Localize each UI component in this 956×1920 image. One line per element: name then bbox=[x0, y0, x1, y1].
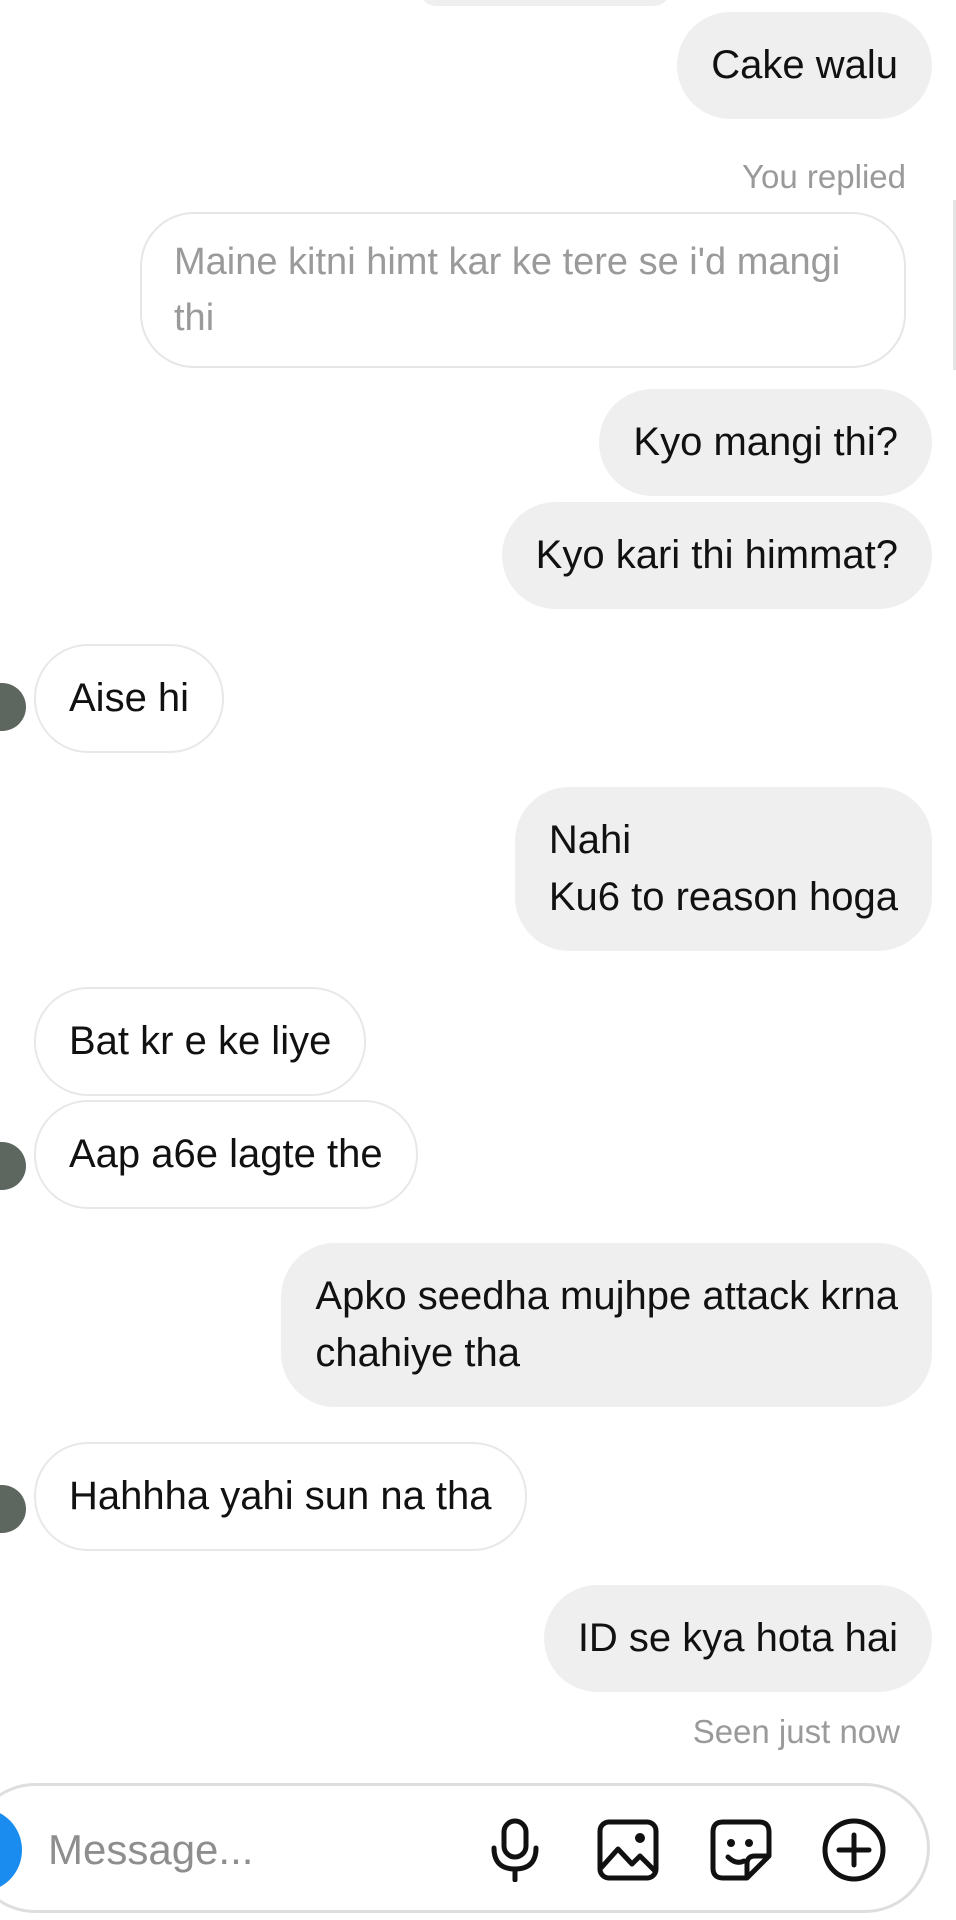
gallery-button[interactable] bbox=[593, 1815, 663, 1885]
message-thread: Cake walu You replied Maine kitni himt k… bbox=[0, 0, 956, 1780]
outgoing-message[interactable]: Kyo kari thi himmat? bbox=[501, 502, 932, 609]
sender-avatar[interactable] bbox=[0, 683, 26, 731]
incoming-message[interactable]: Bat kr e ke liye bbox=[34, 987, 367, 1096]
sender-avatar[interactable] bbox=[0, 1142, 26, 1190]
more-options-button[interactable] bbox=[819, 1815, 889, 1885]
incoming-message[interactable]: Hahhha yahi sun na tha bbox=[34, 1442, 527, 1551]
outgoing-message[interactable]: Kyo mangi thi? bbox=[599, 389, 932, 496]
quoted-reply-message[interactable]: Maine kitni himt kar ke tere se i'd mang… bbox=[140, 212, 906, 368]
seen-status: Seen just now bbox=[692, 1713, 900, 1750]
incoming-message[interactable]: Aise hi bbox=[34, 644, 225, 753]
outgoing-message[interactable]: Nahi Ku6 to reason hoga bbox=[514, 787, 932, 951]
reply-label: You replied bbox=[742, 158, 906, 195]
outgoing-message[interactable]: ID se kya hota hai bbox=[543, 1585, 932, 1692]
outgoing-message[interactable]: Apko seedha mujhpe attack krna chahiye t… bbox=[281, 1243, 932, 1407]
previous-message-bubble-edge bbox=[420, 0, 670, 6]
message-input[interactable] bbox=[48, 1818, 428, 1882]
outgoing-message[interactable]: Cake walu bbox=[677, 12, 932, 119]
incoming-message[interactable]: Aap a6e lagte the bbox=[34, 1100, 418, 1209]
voice-message-button[interactable] bbox=[480, 1815, 550, 1885]
microphone-icon bbox=[491, 1818, 539, 1882]
gallery-icon bbox=[597, 1819, 659, 1881]
sticker-icon bbox=[710, 1819, 772, 1881]
sender-avatar[interactable] bbox=[0, 1485, 26, 1533]
add-icon bbox=[822, 1818, 886, 1882]
sticker-button[interactable] bbox=[706, 1815, 776, 1885]
